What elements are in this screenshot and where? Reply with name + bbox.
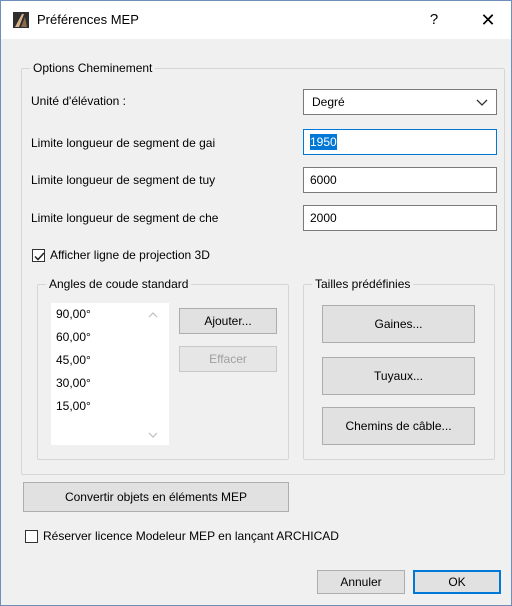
convert-to-mep-button[interactable]: Convertir objets en éléments MEP <box>23 482 289 512</box>
pipes-button[interactable]: Tuyaux... <box>322 357 475 395</box>
cancel-button[interactable]: Annuler <box>317 570 405 594</box>
reserve-license-label: Réserver licence Modeleur MEP en lançant… <box>43 529 339 543</box>
cable-segment-limit-label: Limite longueur de segment de che <box>31 211 219 225</box>
duct-segment-limit-label: Limite longueur de segment de gai <box>31 136 216 150</box>
help-button[interactable]: ? <box>421 7 447 33</box>
list-item[interactable]: 45,00° <box>51 349 169 372</box>
list-item[interactable]: 15,00° <box>51 395 169 418</box>
elevation-unit-label: Unité d'élévation : <box>31 94 127 108</box>
scroll-down-icon[interactable] <box>147 429 159 441</box>
close-button[interactable]: ✕ <box>475 7 501 33</box>
pipe-segment-limit-value: 6000 <box>310 173 337 187</box>
duct-segment-limit-value: 1950 <box>310 134 337 150</box>
show-3d-projection-option[interactable]: Afficher ligne de projection 3D <box>32 248 210 262</box>
chevron-down-icon <box>476 90 488 114</box>
cable-segment-limit-value: 2000 <box>310 211 337 225</box>
cable-segment-limit-input[interactable]: 2000 <box>303 205 497 231</box>
predefined-sizes-legend: Tailles prédéfinies <box>315 277 411 291</box>
duct-segment-limit-input[interactable]: 1950 <box>303 129 497 155</box>
list-item[interactable]: 30,00° <box>51 372 169 395</box>
scroll-up-icon[interactable] <box>147 309 159 321</box>
pipe-segment-limit-label: Limite longueur de segment de tuy <box>31 173 216 187</box>
routing-options-legend: Options Cheminement <box>33 61 153 75</box>
standard-bend-angles-legend: Angles de coude standard <box>49 277 189 291</box>
list-item[interactable]: 60,00° <box>51 326 169 349</box>
elevation-unit-value: Degré <box>312 95 345 109</box>
add-angle-button[interactable]: Ajouter... <box>179 308 277 334</box>
bend-angles-list[interactable]: 90,00° 60,00° 45,00° 30,00° 15,00° <box>51 303 169 445</box>
reserve-license-option[interactable]: Réserver licence Modeleur MEP en lançant… <box>25 529 339 543</box>
archicad-app-icon <box>13 12 29 28</box>
delete-angle-button[interactable]: Effacer <box>179 346 277 372</box>
elevation-unit-select[interactable]: Degré <box>303 89 497 115</box>
reserve-license-checkbox[interactable] <box>25 529 38 543</box>
cable-trays-button[interactable]: Chemins de câble... <box>322 407 475 445</box>
show-3d-projection-checkbox[interactable] <box>32 248 45 262</box>
window-title: Préférences MEP <box>37 12 139 27</box>
show-3d-projection-label: Afficher ligne de projection 3D <box>50 248 210 262</box>
title-bar[interactable]: Préférences MEP ? ✕ <box>1 1 511 39</box>
ok-button[interactable]: OK <box>413 570 501 594</box>
mep-preferences-dialog: Préférences MEP ? ✕ Options Cheminement … <box>0 0 512 606</box>
ducts-button[interactable]: Gaines... <box>322 305 475 343</box>
pipe-segment-limit-input[interactable]: 6000 <box>303 167 497 193</box>
